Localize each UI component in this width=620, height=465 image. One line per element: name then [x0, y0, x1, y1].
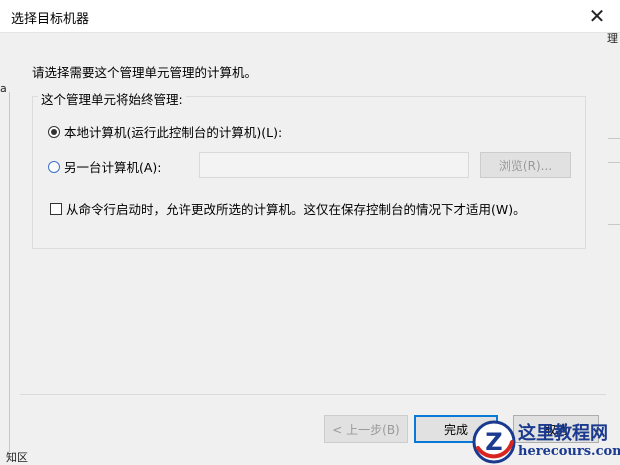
footer-separator [20, 394, 606, 395]
another-computer-radio[interactable] [48, 160, 60, 173]
background-divider-left [9, 92, 10, 452]
background-divider-right-1 [608, 138, 620, 139]
local-computer-label: 本地计算机(运行此控制台的计算机)(L): [64, 125, 283, 140]
svg-text:Z: Z [485, 428, 502, 456]
close-icon[interactable]: ✕ [574, 0, 620, 32]
another-computer-option[interactable]: 另一台计算机(A): [48, 157, 162, 176]
title-bar: 选择目标机器 ✕ [0, 0, 620, 33]
watermark-logo-icon: Z [472, 420, 516, 463]
group-legend: 这个管理单元将始终管理: [38, 89, 186, 108]
browse-button[interactable]: 浏览(R)... [480, 152, 571, 178]
computer-name-input[interactable] [199, 152, 469, 178]
site-watermark: Z 这里教程网 herecours.com [472, 418, 620, 465]
local-computer-radio[interactable] [48, 125, 60, 138]
allow-change-option[interactable]: 从命令行启动时，允许更改所选的计算机。这仅在保存控制台的情况下才适用(W)。 [50, 199, 526, 218]
instruction-text: 请选择需要这个管理单元管理的计算机。 [32, 65, 258, 80]
background-fragment-left: а [0, 82, 7, 95]
back-button[interactable]: < 上一步(B) [324, 415, 408, 443]
allow-change-checkbox[interactable] [50, 202, 62, 215]
background-divider-right-3 [608, 224, 620, 225]
allow-change-label: 从命令行启动时，允许更改所选的计算机。这仅在保存控制台的情况下才适用(W)。 [66, 202, 526, 217]
watermark-url: herecours.com [518, 443, 620, 459]
local-computer-option[interactable]: 本地计算机(运行此控制台的计算机)(L): [48, 122, 282, 141]
background-divider-right-2 [608, 162, 620, 163]
window-title: 选择目标机器 [11, 12, 90, 27]
another-computer-label: 另一台计算机(A): [64, 160, 162, 175]
background-fragment-right: 理 [607, 32, 618, 45]
watermark-title: 这里教程网 [518, 422, 608, 444]
